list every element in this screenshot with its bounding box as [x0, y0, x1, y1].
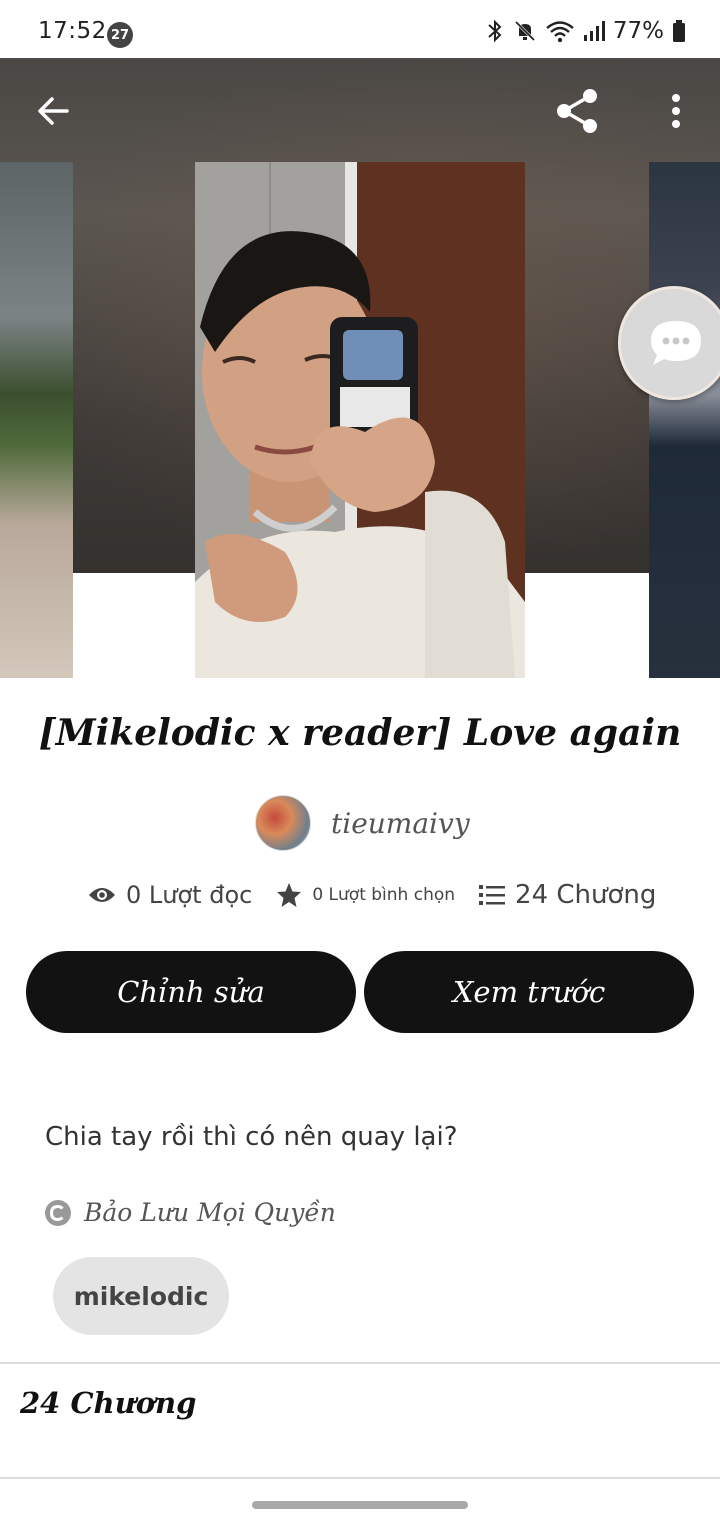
reads-count: 0 Lượt đọc	[126, 881, 253, 909]
reads-stat: 0 Lượt đọc	[88, 881, 252, 909]
chapters-stat: 24 Chương	[479, 880, 656, 910]
more-vert-icon	[672, 94, 680, 128]
status-icons: 77%	[485, 18, 686, 44]
story-hero	[0, 58, 720, 678]
share-icon	[557, 89, 597, 133]
status-bar: 17:52 27 77%	[0, 0, 720, 58]
story-stats: 0 Lượt đọc 0 Lượt bình chọn 24 Chương	[88, 880, 656, 910]
story-description: Chia tay rồi thì có nên quay lại?	[45, 1122, 458, 1152]
copyright-row: Bảo Lưu Mọi Quyền	[44, 1198, 336, 1227]
copyright-icon	[45, 1199, 71, 1226]
votes-stat: 0 Lượt bình chọn	[276, 882, 455, 908]
previous-story-cover[interactable]	[0, 162, 73, 678]
preview-button[interactable]: Xem trước	[364, 951, 694, 1033]
votes-count: 0 Lượt bình chọn	[312, 885, 456, 905]
tag-chip[interactable]: mikelodic	[53, 1257, 229, 1335]
edit-button[interactable]: Chỉnh sửa	[26, 951, 356, 1033]
chat-bubble-icon	[651, 321, 701, 365]
copyright-label: Bảo Lưu Mọi Quyền	[84, 1198, 336, 1227]
floating-chat-button[interactable]	[618, 286, 720, 400]
back-arrow-icon	[38, 97, 69, 125]
next-story-cover[interactable]	[649, 162, 720, 678]
signal-icon	[583, 21, 605, 41]
author-avatar[interactable]	[255, 795, 311, 851]
status-time: 17:52	[38, 18, 107, 44]
battery-percent: 77%	[612, 18, 664, 44]
back-button[interactable]	[28, 86, 78, 136]
battery-icon	[673, 20, 685, 42]
mute-icon	[514, 20, 535, 42]
more-options-button[interactable]	[654, 86, 698, 136]
divider	[0, 1477, 720, 1479]
list-icon	[479, 885, 506, 905]
wifi-icon	[546, 21, 574, 43]
author-row[interactable]: tieumaivy	[255, 795, 470, 851]
story-cover-image	[195, 162, 525, 678]
notification-count-badge: 27	[107, 22, 133, 48]
story-title: [Mikelodic x reader] Love again	[38, 712, 682, 754]
eye-icon	[89, 888, 115, 902]
author-name[interactable]: tieumaivy	[331, 807, 470, 840]
home-indicator[interactable]	[252, 1501, 468, 1509]
divider	[0, 1362, 720, 1364]
star-icon	[277, 883, 302, 907]
chapters-heading[interactable]: 24 Chương	[20, 1386, 196, 1420]
chapters-count: 24 Chương	[515, 880, 657, 910]
bluetooth-icon	[488, 19, 502, 43]
share-button[interactable]	[550, 84, 604, 138]
